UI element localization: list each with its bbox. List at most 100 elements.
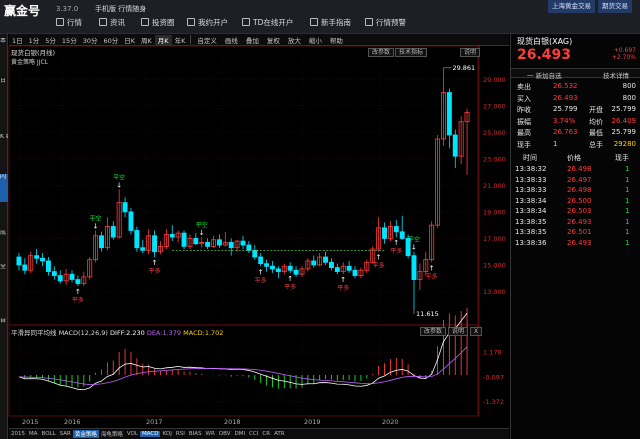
candle-body: [193, 238, 199, 245]
candle-body: [45, 260, 51, 272]
indicator-tab[interactable]: SAR: [58, 431, 73, 437]
buy-arrow: ↑: [75, 288, 81, 296]
indicator-tab[interactable]: CCI: [247, 431, 260, 437]
tick-header: 时间: [523, 154, 537, 162]
tick-cell: 26.500: [567, 196, 592, 205]
indicator-button[interactable]: 技术指标: [395, 48, 428, 57]
candle-body: [140, 247, 146, 251]
sell-arrow: ↓: [93, 222, 99, 230]
quote-field: 最高: [517, 129, 531, 137]
indicator-tab[interactable]: DMI: [232, 431, 247, 437]
candle-body: [110, 226, 116, 238]
quote-field: 总手: [589, 140, 603, 149]
tick-cell: 1: [625, 207, 630, 215]
indicator-tab[interactable]: MA: [27, 431, 40, 437]
quote-field: 26.409: [611, 116, 637, 125]
add-watchlist-button[interactable]: 一 新加自选: [527, 70, 562, 80]
edit-params-button[interactable]: 改参数: [368, 48, 395, 57]
quote-field: 26.763: [553, 128, 578, 136]
indicator-tab[interactable]: ATR: [272, 431, 287, 437]
buy-arrow: ↑: [258, 268, 264, 276]
macd-explain-button[interactable]: 说明: [448, 327, 469, 336]
indicator-tab[interactable]: 2015: [9, 431, 27, 437]
candle-body: [270, 265, 275, 270]
x-tick-label: 2016: [64, 418, 81, 426]
sell-signal-label: 平空: [408, 236, 420, 244]
quote-change: +0.697 +2.70%: [611, 47, 636, 61]
candle-body: [352, 269, 358, 276]
sell-signal-label: 平空: [90, 214, 102, 222]
sell-arrow: ↓: [116, 181, 122, 189]
buy-arrow: ↑: [152, 259, 158, 267]
macd-params-button[interactable]: 改参数: [420, 327, 447, 336]
buy-signal-label: 平多: [337, 284, 349, 292]
quote-field: 26.493: [553, 93, 578, 102]
tick-cell: 26.497: [567, 175, 592, 184]
macd-close-button[interactable]: X: [470, 327, 483, 336]
dea-line: [18, 346, 468, 385]
tick-cell: 13:38:34: [515, 196, 547, 205]
sell-signal-label: 平空: [113, 173, 125, 181]
tick-cell: 1: [625, 228, 630, 236]
candle-body: [399, 231, 405, 239]
buy-arrow: ↑: [376, 254, 382, 262]
quote-action-bar: 一 新加自选 技术详情: [511, 68, 640, 80]
tick-cell: 1: [625, 165, 630, 173]
indicator-tab[interactable]: 黄金策略: [72, 430, 99, 438]
candle-body: [323, 256, 329, 263]
candle-body: [328, 261, 334, 269]
buy-signal-label: 平多: [149, 267, 161, 275]
indicator-tab[interactable]: VOL: [125, 431, 140, 437]
tick-cell: 1: [625, 238, 630, 247]
candle-body: [34, 255, 40, 259]
buy-arrow: ↑: [287, 275, 293, 283]
indicator-tab[interactable]: OBV: [217, 431, 233, 437]
low-label: 11.615: [416, 310, 439, 318]
tick-cell: 13:38:33: [515, 175, 547, 184]
tick-cell: 13:38:35: [515, 228, 547, 236]
buy-signal-label: 平多: [390, 247, 402, 255]
tech-detail-button[interactable]: 技术详情: [603, 70, 629, 80]
indicator-tab[interactable]: RSI: [174, 431, 187, 437]
indicator-tab[interactable]: BIAS: [187, 431, 204, 437]
quote-panel: 现货白银(XAG) 26.493 +0.697 +2.70% 一 新加自选 技术详…: [510, 34, 640, 439]
explain-button[interactable]: 说明: [460, 48, 481, 57]
candle-body: [311, 260, 317, 266]
buy-signal-label: 平多: [284, 283, 296, 291]
macd-value: MACD:1.702: [183, 329, 224, 337]
indicator-tab[interactable]: WR: [204, 431, 217, 437]
indicator-tab[interactable]: KDJ: [160, 431, 173, 437]
candle-body: [69, 273, 75, 280]
quote-field: 开盘: [589, 106, 603, 114]
buy-signal-label: 平多: [426, 272, 438, 280]
candle-body: [287, 265, 293, 271]
candle-body: [264, 263, 270, 267]
quote-price: 26.493: [517, 47, 572, 63]
indicator-tab[interactable]: CR: [260, 431, 272, 437]
buy-signal-label: 平多: [72, 296, 84, 304]
quote-name: 现货白银(XAG): [517, 37, 573, 46]
candle-body: [122, 202, 128, 213]
sell-arrow: ↓: [199, 229, 205, 237]
tick-cell: 13:38:34: [515, 207, 547, 215]
y-tick-label: 19.000: [483, 208, 506, 216]
quote-field: 29280: [613, 139, 636, 148]
indicator-tab[interactable]: 海龟策略: [99, 430, 125, 438]
high-label: 29.861: [452, 64, 475, 72]
macd-tick-label: 1.178: [483, 349, 502, 357]
indicator-tab[interactable]: MACD: [139, 431, 161, 437]
candle-body: [216, 239, 222, 246]
buy-signal-label: 平多: [255, 276, 267, 284]
quote-field: 3.74%: [553, 116, 576, 125]
quote-field: 800: [622, 93, 636, 102]
candle-body: [205, 241, 211, 247]
candle-body: [275, 268, 281, 272]
candle-body: [169, 234, 175, 238]
y-tick-label: 15.000: [483, 261, 506, 269]
buy-signal-label: 平多: [373, 262, 385, 270]
x-axis: 2015 2016 2017 2018 2019 2020: [22, 418, 399, 426]
buy-arrow: ↑: [393, 239, 399, 247]
indicator-tab[interactable]: BOLL: [40, 431, 58, 437]
sell-arrow: ↓: [411, 244, 417, 252]
tick-cell: 13:38:33: [515, 186, 547, 194]
